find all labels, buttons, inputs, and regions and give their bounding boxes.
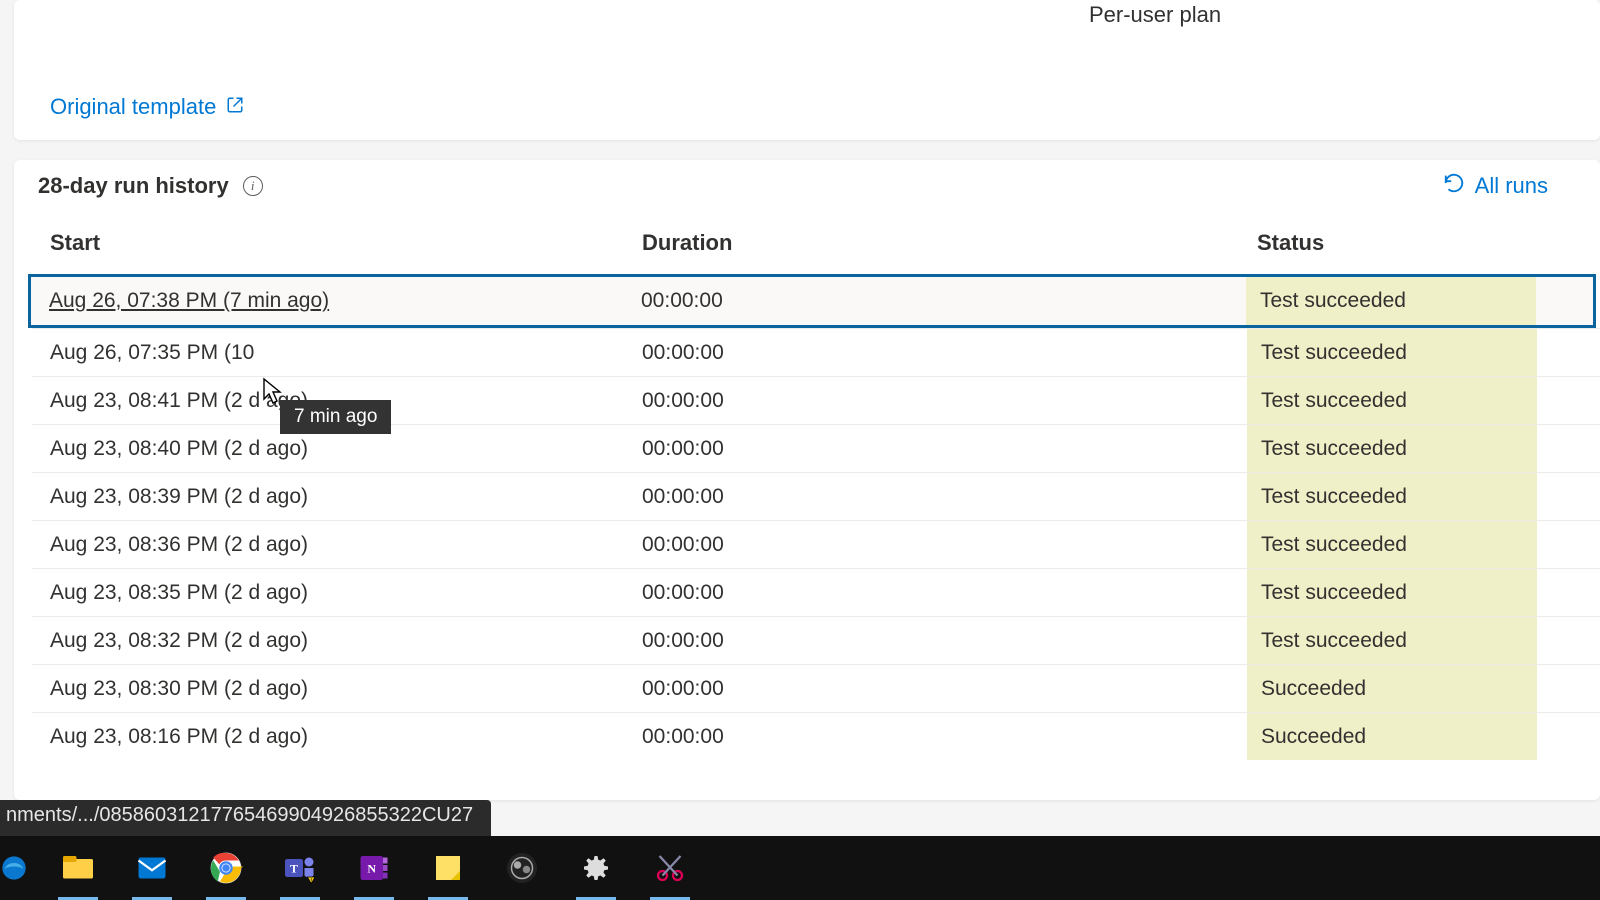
taskbar-mail-icon[interactable] [128,844,176,892]
cell-status: Test succeeded [1247,569,1600,616]
open-in-new-icon [226,94,244,120]
run-history-card: 28-day run history i All runs Start Dura… [14,160,1600,800]
plan-label: Per-user plan [1089,2,1221,28]
taskbar-settings-icon[interactable] [572,844,620,892]
run-history-title: 28-day run history [38,173,229,199]
cell-duration: 00:00:00 [642,677,1247,701]
status-badge: Test succeeded [1247,569,1537,616]
taskbar-teams-icon[interactable]: T! [276,844,324,892]
cell-status: Test succeeded [1247,377,1600,424]
cell-status: Test succeeded [1247,473,1600,520]
taskbar-file-explorer-icon[interactable] [54,844,102,892]
col-header-status[interactable]: Status [1247,230,1600,256]
status-badge: Succeeded [1247,665,1537,712]
svg-text:N: N [367,862,376,876]
browser-status-bar: nments/.../08586031217765469904926855322… [0,800,491,836]
all-runs-link[interactable]: All runs [1443,172,1548,200]
cell-duration: 00:00:00 [642,341,1247,365]
taskbar-onenote-icon[interactable]: N [350,844,398,892]
cell-duration: 00:00:00 [642,485,1247,509]
status-badge: Test succeeded [1247,425,1537,472]
taskbar-snip-icon[interactable] [646,844,694,892]
taskbar-sticky-notes-icon[interactable] [424,844,472,892]
table-row[interactable]: Aug 23, 08:39 PM (2 d ago)00:00:00Test s… [32,472,1600,520]
cell-duration: 00:00:00 [642,533,1247,557]
cell-duration: 00:00:00 [642,725,1247,749]
cell-status: Succeeded [1247,665,1600,712]
cell-duration: 00:00:00 [642,389,1247,413]
run-history-header: 28-day run history i All runs [14,160,1600,212]
status-badge: Test succeeded [1247,377,1537,424]
table-row[interactable]: Aug 23, 08:35 PM (2 d ago)00:00:00Test s… [32,568,1600,616]
table-row[interactable]: Aug 23, 08:30 PM (2 d ago)00:00:00Succee… [32,664,1600,712]
taskbar-edge-icon[interactable] [0,844,28,892]
table-row[interactable]: Aug 23, 08:40 PM (2 d ago)00:00:00Test s… [32,424,1600,472]
tooltip: 7 min ago [280,400,391,434]
status-badge: Test succeeded [1247,521,1537,568]
table-row[interactable]: Aug 26, 07:38 PM (7 min ago)00:00:00Test… [28,274,1596,328]
col-header-start[interactable]: Start [32,230,642,256]
cell-duration: 00:00:00 [641,289,1246,313]
table-row[interactable]: Aug 23, 08:16 PM (2 d ago)00:00:00Succee… [32,712,1600,760]
info-icon[interactable]: i [243,176,263,196]
svg-text:T: T [290,862,298,876]
status-badge: Test succeeded [1246,277,1536,325]
table-header: Start Duration Status [32,230,1600,274]
table-row[interactable]: Aug 23, 08:32 PM (2 d ago)00:00:00Test s… [32,616,1600,664]
original-template-label: Original template [50,94,216,120]
cell-duration: 00:00:00 [642,581,1247,605]
cell-start[interactable]: Aug 26, 07:35 PM (10 [32,341,642,365]
status-badge: Test succeeded [1247,329,1537,376]
cell-start[interactable]: Aug 23, 08:39 PM (2 d ago) [32,485,642,509]
cell-start[interactable]: Aug 23, 08:16 PM (2 d ago) [32,725,642,749]
cell-status: Test succeeded [1246,277,1593,325]
cell-start[interactable]: Aug 23, 08:30 PM (2 d ago) [32,677,642,701]
table-row[interactable]: Aug 23, 08:41 PM (2 d ago)00:00:00Test s… [32,376,1600,424]
cell-duration: 00:00:00 [642,437,1247,461]
taskbar-chrome-icon[interactable] [202,844,250,892]
cell-status: Test succeeded [1247,617,1600,664]
cell-start[interactable]: Aug 23, 08:32 PM (2 d ago) [32,629,642,653]
status-badge: Test succeeded [1247,617,1537,664]
run-history-table: Start Duration Status Aug 26, 07:38 PM (… [32,230,1600,760]
taskbar: T! N [0,836,1600,900]
cell-start[interactable]: Aug 26, 07:38 PM (7 min ago) [31,289,641,313]
table-row[interactable]: Aug 23, 08:36 PM (2 d ago)00:00:00Test s… [32,520,1600,568]
cell-duration: 00:00:00 [642,629,1247,653]
cell-start[interactable]: Aug 23, 08:40 PM (2 d ago) [32,437,642,461]
status-badge: Test succeeded [1247,473,1537,520]
table-body: Aug 26, 07:38 PM (7 min ago)00:00:00Test… [32,274,1600,760]
cell-status: Succeeded [1247,713,1600,760]
table-row[interactable]: Aug 26, 07:35 PM (1000:00:00Test succeed… [32,328,1600,376]
cell-start[interactable]: Aug 23, 08:36 PM (2 d ago) [32,533,642,557]
all-runs-label: All runs [1475,173,1548,199]
col-header-duration[interactable]: Duration [642,230,1247,256]
cell-status: Test succeeded [1247,329,1600,376]
taskbar-obs-icon[interactable] [498,844,546,892]
cell-start[interactable]: Aug 23, 08:35 PM (2 d ago) [32,581,642,605]
refresh-icon [1443,172,1465,200]
cell-status: Test succeeded [1247,425,1600,472]
top-card: Per-user plan Original template [14,0,1600,140]
cell-status: Test succeeded [1247,521,1600,568]
status-badge: Succeeded [1247,713,1537,760]
original-template-link[interactable]: Original template [50,94,244,120]
